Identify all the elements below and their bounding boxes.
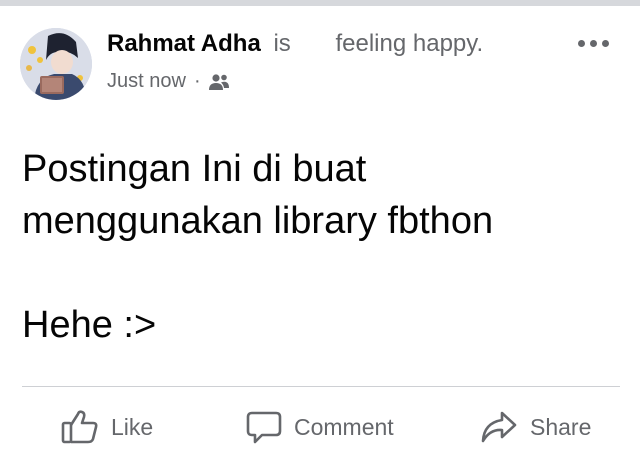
post-header: Rahmat Adha is feeling happy. <box>107 30 483 58</box>
meta-separator: · <box>193 70 201 92</box>
is-word: is <box>273 30 291 57</box>
more-options-icon[interactable] <box>575 33 611 53</box>
comment-bubble-icon <box>246 409 282 445</box>
thumbs-up-icon <box>61 409 99 445</box>
post-body-line: Hehe :> <box>22 304 157 346</box>
share-button[interactable]: Share <box>480 404 591 450</box>
friends-icon[interactable] <box>208 73 230 91</box>
like-button[interactable]: Like <box>61 404 153 450</box>
comment-label: Comment <box>294 413 394 440</box>
post-body-line: menggunakan library fbthon <box>22 200 494 242</box>
like-label: Like <box>111 413 154 440</box>
avatar[interactable] <box>20 28 92 100</box>
top-border <box>0 0 640 6</box>
share-label: Share <box>530 413 592 440</box>
feeling-activity: feeling happy. <box>335 30 484 57</box>
divider <box>22 386 620 387</box>
author-name[interactable]: Rahmat Adha <box>107 30 261 57</box>
post-timestamp[interactable]: Just now <box>107 70 186 93</box>
share-arrow-icon <box>480 409 518 445</box>
post-body: Postingan Ini di buat menggunakan librar… <box>22 143 622 351</box>
comment-button[interactable]: Comment <box>246 404 394 450</box>
post-meta: Just now · <box>107 70 230 93</box>
post-body-line: Postingan Ini di buat <box>22 148 367 190</box>
